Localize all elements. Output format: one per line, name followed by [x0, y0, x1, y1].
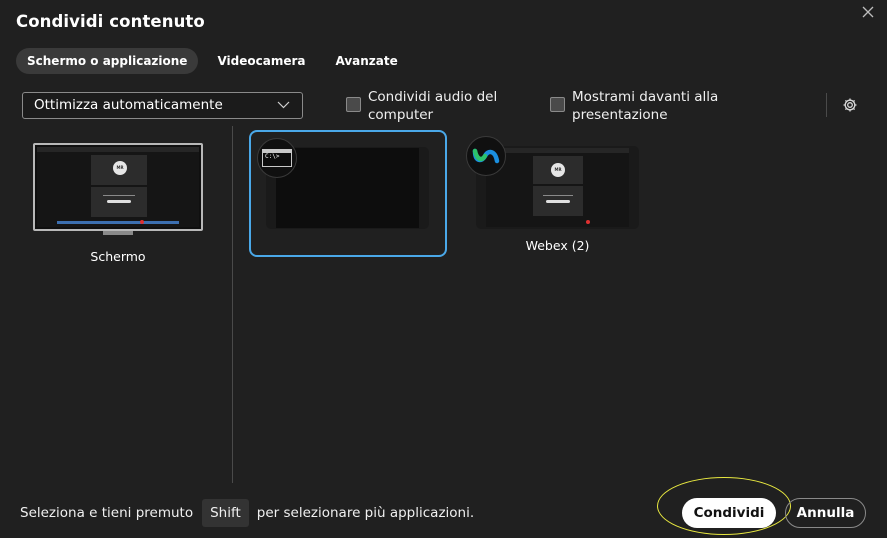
dialog-title: Condividi contenuto [16, 12, 205, 31]
tab-camera[interactable]: Videocamera [206, 48, 316, 74]
avatar: MR [113, 161, 127, 175]
tab-screen-or-application[interactable]: Schermo o applicazione [16, 48, 199, 74]
section-divider [232, 126, 233, 483]
screen-preview: MR [37, 147, 199, 227]
show-in-front-checkbox-box[interactable] [550, 97, 565, 112]
avatar: MR [551, 163, 565, 177]
app-option-webex[interactable]: MR Webex (2) [466, 136, 642, 256]
screen-option-label: Schermo [90, 249, 146, 264]
show-in-front-label: Mostrami davanti alla presentazione [572, 89, 719, 123]
multi-select-hint: Seleziona e tieni premuto Shift per sele… [20, 499, 474, 527]
chevron-down-icon [277, 101, 290, 109]
share-content-dialog: Condividi contenuto Schermo o applicazio… [0, 0, 887, 538]
app-option-command-prompt[interactable]: C:\> [249, 130, 447, 257]
share-audio-checkbox[interactable]: Condividi audio del computer [346, 88, 497, 124]
webex-icon [466, 136, 506, 176]
screen-thumbnail: MR [33, 143, 203, 231]
optimize-dropdown[interactable]: Ottimizza automaticamente [22, 92, 303, 119]
share-audio-checkbox-box[interactable] [346, 97, 361, 112]
monitor-stand [103, 231, 133, 235]
gear-icon[interactable] [842, 97, 858, 113]
app-option-label: Webex (2) [525, 238, 590, 253]
shift-key-badge: Shift [202, 499, 249, 527]
close-icon[interactable] [861, 5, 875, 19]
cancel-button[interactable]: Annulla [785, 498, 866, 528]
command-prompt-icon: C:\> [257, 138, 297, 178]
share-audio-label: Condividi audio del computer [368, 89, 498, 123]
tab-advanced[interactable]: Avanzate [324, 48, 408, 74]
share-button[interactable]: Condividi [682, 498, 776, 528]
optimize-dropdown-value: Ottimizza automaticamente [34, 97, 223, 113]
toolbar-divider [826, 93, 827, 117]
tab-bar: Schermo o applicazione Videocamera Avanz… [16, 48, 409, 74]
show-in-front-checkbox[interactable]: Mostrami davanti alla presentazione [550, 88, 718, 124]
screen-option[interactable]: MR Schermo [33, 143, 203, 264]
